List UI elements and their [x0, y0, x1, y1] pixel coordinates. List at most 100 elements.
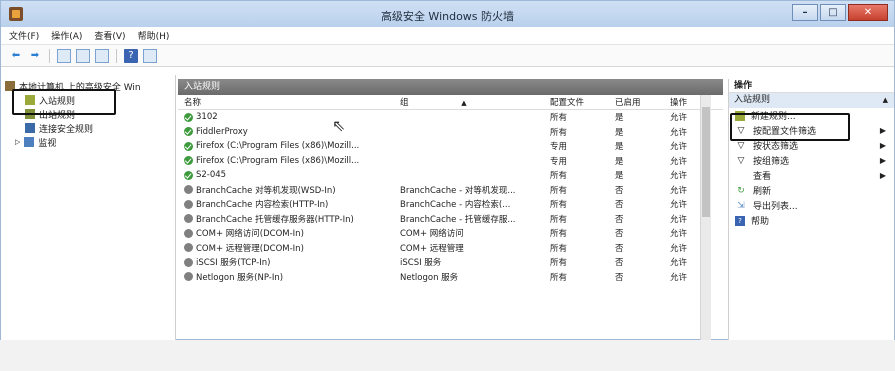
actions-section-inbound[interactable]: 入站规则 ▲: [729, 93, 894, 108]
rule-disabled-icon: [184, 228, 193, 238]
rule-enabled-icon: [184, 127, 193, 137]
connection-security-icon: [25, 123, 35, 133]
menu-file[interactable]: 文件(F): [9, 29, 39, 42]
column-name[interactable]: 名称: [178, 96, 400, 108]
up-folder-icon[interactable]: [57, 48, 71, 63]
collapse-icon[interactable]: ▲: [883, 93, 888, 108]
rule-enabled: 是: [615, 142, 624, 153]
action-refresh[interactable]: ↻ 刷新: [729, 183, 894, 198]
action-pane-icon[interactable]: [143, 48, 157, 63]
menu-bar: 文件(F) 操作(A) 查看(V) 帮助(H): [1, 27, 894, 45]
rule-name: S2-045: [196, 170, 227, 181]
rule-enabled: 是: [615, 127, 624, 138]
table-row[interactable]: Firefox (C:\Program Files (x86)\Mozill..…: [178, 154, 723, 169]
refresh-icon: ↻: [737, 185, 745, 196]
rule-action: 允许: [670, 142, 688, 153]
help-icon[interactable]: ?: [124, 48, 138, 63]
table-row[interactable]: BranchCache 对等机发现(WSD-In) BranchCache - 对…: [178, 183, 723, 198]
menu-help[interactable]: 帮助(H): [138, 29, 170, 42]
export-list-icon[interactable]: [95, 48, 109, 63]
rule-name: 3102: [196, 112, 218, 123]
rule-name: Firefox (C:\Program Files (x86)\Mozill..…: [196, 155, 360, 166]
action-filter-group[interactable]: ▽ 按组筛选 ▶: [729, 153, 894, 168]
rule-disabled-icon: [184, 185, 193, 195]
menu-action[interactable]: 操作(A): [51, 29, 82, 42]
column-action[interactable]: 操作: [668, 96, 703, 108]
scroll-thumb[interactable]: [702, 107, 710, 217]
action-help[interactable]: ? 帮助: [729, 213, 894, 228]
rule-profile: 所有: [550, 243, 568, 254]
column-profile[interactable]: 配置文件: [548, 96, 613, 108]
table-row[interactable]: iSCSI 服务(TCP-In) iSCSI 服务 所有 否 允许: [178, 255, 723, 270]
close-button[interactable]: ✕: [848, 4, 888, 21]
rule-name: iSCSI 服务(TCP-In): [196, 258, 271, 269]
sort-arrow-icon: ▲: [461, 99, 467, 107]
rule-name: COM+ 网络访问(DCOM-In): [196, 229, 304, 240]
action-view[interactable]: 查看 ▶: [729, 168, 894, 183]
minimize-button[interactable]: –: [792, 4, 818, 21]
expand-arrow-icon[interactable]: ▷: [15, 138, 20, 146]
rule-profile: 所有: [550, 214, 568, 225]
rule-enabled: 否: [615, 258, 624, 269]
rule-name: COM+ 远程管理(DCOM-In): [196, 243, 304, 254]
table-row[interactable]: 3102 所有 是 允许: [178, 110, 723, 125]
tree-connection-security-rules[interactable]: 连接安全规则: [1, 121, 175, 135]
rule-profile: 所有: [550, 127, 568, 138]
table-row[interactable]: COM+ 远程管理(DCOM-In) COM+ 远程管理 所有 否 允许: [178, 241, 723, 256]
table-row[interactable]: S2-045 所有 是 允许: [178, 168, 723, 183]
toolbar: ⬅ ➡ ?: [1, 45, 894, 67]
rule-enabled: 否: [615, 200, 624, 211]
rule-enabled: 是: [615, 113, 624, 124]
forward-arrow-icon[interactable]: ➡: [28, 49, 42, 63]
rule-action: 允许: [670, 229, 688, 240]
title-bar: 高级安全 Windows 防火墙 – □ ✕: [1, 1, 894, 27]
vertical-scrollbar[interactable]: [700, 95, 711, 341]
rule-enabled: 否: [615, 185, 624, 196]
rule-disabled-icon: [184, 214, 193, 224]
rule-name: BranchCache 内容检索(HTTP-In): [196, 200, 329, 211]
table-row[interactable]: COM+ 网络访问(DCOM-In) COM+ 网络访问 所有 否 允许: [178, 226, 723, 241]
show-hide-tree-icon[interactable]: [76, 48, 90, 63]
table-row[interactable]: FiddlerProxy 所有 是 允许: [178, 125, 723, 140]
column-enabled[interactable]: 已启用: [613, 96, 668, 108]
rule-enabled: 否: [615, 229, 624, 240]
rule-name: Netlogon 服务(NP-In): [196, 272, 284, 283]
table-row[interactable]: Netlogon 服务(NP-In) Netlogon 服务 所有 否 允许: [178, 270, 723, 285]
export-icon: ⇲: [737, 200, 745, 211]
highlight-box: [12, 89, 116, 115]
column-group[interactable]: 组 ▲: [400, 96, 548, 108]
rule-profile: 所有: [550, 185, 568, 196]
rule-profile: 所有: [550, 113, 568, 124]
actions-title: 操作: [729, 79, 894, 93]
highlight-box: [730, 113, 850, 141]
table-row[interactable]: BranchCache 托管缓存服务器(HTTP-In) BranchCache …: [178, 212, 723, 227]
rule-group: iSCSI 服务: [400, 258, 442, 269]
rule-profile: 专用: [550, 156, 568, 167]
rule-enabled: 否: [615, 272, 624, 283]
rule-enabled-icon: [184, 156, 193, 166]
rule-enabled: 是: [615, 156, 624, 167]
back-arrow-icon[interactable]: ⬅: [9, 49, 23, 63]
maximize-button[interactable]: □: [820, 4, 846, 21]
rule-disabled-icon: [184, 257, 193, 267]
mouse-cursor-icon: ⇖: [332, 116, 346, 135]
tree-monitoring[interactable]: ▷ 监视: [1, 135, 175, 149]
rule-enabled: 是: [615, 171, 624, 182]
rule-disabled-icon: [184, 243, 193, 253]
rule-profile: 所有: [550, 171, 568, 182]
rule-group: BranchCache - 托管缓存服...: [400, 214, 516, 225]
rule-action: 允许: [670, 171, 688, 182]
rule-action: 允许: [670, 185, 688, 196]
menu-view[interactable]: 查看(V): [94, 29, 125, 42]
action-export-list[interactable]: ⇲ 导出列表...: [729, 198, 894, 213]
rule-action: 允许: [670, 156, 688, 167]
rule-name: BranchCache 对等机发现(WSD-In): [196, 185, 336, 196]
table-row[interactable]: Firefox (C:\Program Files (x86)\Mozill..…: [178, 139, 723, 154]
rule-action: 允许: [670, 113, 688, 124]
rules-list-pane: 入站规则 名称 组 ▲ 配置文件 已启用 操作 3102 所有是允许 Fiddler…: [178, 79, 723, 341]
rule-action: 允许: [670, 214, 688, 225]
table-row[interactable]: BranchCache 内容检索(HTTP-In) BranchCache - 内…: [178, 197, 723, 212]
rule-enabled: 否: [615, 214, 624, 225]
rule-name: Firefox (C:\Program Files (x86)\Mozill..…: [196, 141, 360, 152]
rule-group: COM+ 网络访问: [400, 229, 464, 240]
